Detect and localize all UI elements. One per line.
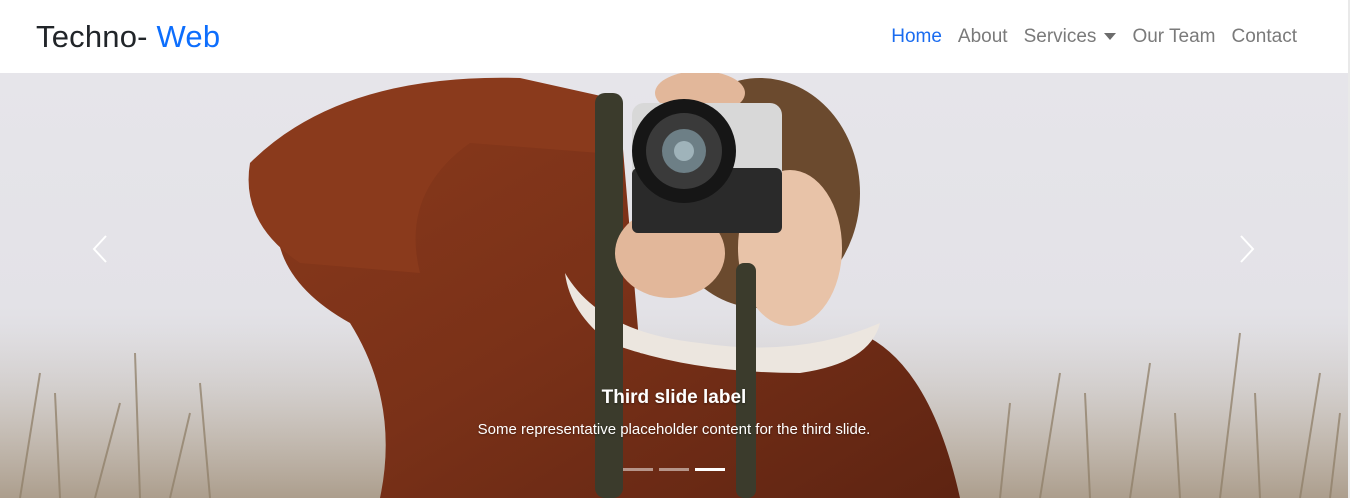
nav-link-about[interactable]: About bbox=[950, 22, 1016, 52]
carousel-indicator-2[interactable] bbox=[659, 468, 689, 471]
carousel-indicator-3[interactable] bbox=[695, 468, 725, 471]
nav-link-home[interactable]: Home bbox=[883, 22, 950, 52]
chevron-right-icon bbox=[1240, 235, 1255, 263]
carousel-next-button[interactable] bbox=[1227, 223, 1267, 275]
chevron-left-icon bbox=[92, 235, 107, 263]
slide-caption: Third slide label Some representative pl… bbox=[0, 385, 1348, 441]
nav-menu: Home About Services Our Team Contact bbox=[883, 22, 1305, 52]
brand-logo[interactable]: Techno- Web bbox=[36, 17, 220, 57]
nav-dropdown-services[interactable]: Services bbox=[1016, 22, 1125, 52]
hero-carousel: Third slide label Some representative pl… bbox=[0, 73, 1348, 498]
carousel-indicator-1[interactable] bbox=[623, 468, 653, 471]
carousel-prev-button[interactable] bbox=[80, 223, 120, 275]
navbar: Techno- Web Home About Services Our Team… bbox=[0, 0, 1350, 73]
brand-main-text: Techno- bbox=[36, 19, 148, 54]
nav-link-services-label: Services bbox=[1023, 26, 1097, 47]
nav-link-our-team[interactable]: Our Team bbox=[1124, 22, 1223, 52]
carousel-indicators bbox=[0, 468, 1348, 471]
slide-caption-text: Some representative placeholder content … bbox=[477, 421, 871, 438]
slide-caption-title: Third slide label bbox=[601, 387, 747, 408]
brand-accent-text: Web bbox=[156, 19, 221, 54]
caret-down-icon bbox=[1104, 32, 1117, 40]
nav-link-contact[interactable]: Contact bbox=[1224, 22, 1305, 52]
